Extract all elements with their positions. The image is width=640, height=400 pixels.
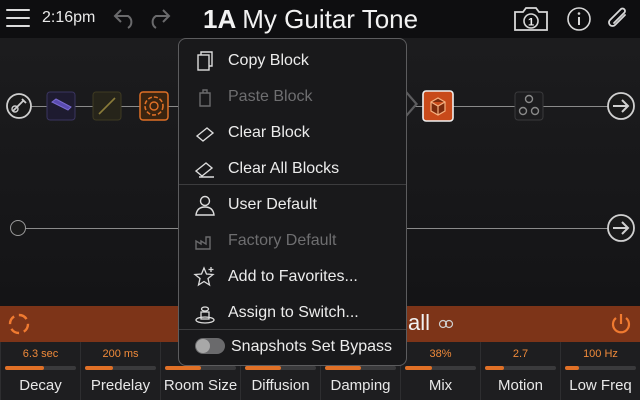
redo-icon[interactable] bbox=[146, 7, 172, 29]
snapshots-bypass-label: Snapshots Set Bypass bbox=[231, 338, 392, 355]
link-icon bbox=[439, 320, 454, 329]
output-icon[interactable] bbox=[606, 91, 636, 121]
param-label: Predelay bbox=[90, 377, 151, 394]
block-model-text: all bbox=[408, 310, 431, 335]
star-plus-icon bbox=[193, 266, 215, 287]
param-mix[interactable]: 38% Mix bbox=[400, 342, 480, 400]
param-value: 6.3 sec bbox=[22, 348, 59, 360]
param-label: Low Freq bbox=[569, 377, 632, 394]
factory-icon bbox=[195, 236, 211, 250]
input-icon[interactable] bbox=[4, 91, 34, 121]
clear-block-item[interactable]: Clear Block bbox=[179, 115, 406, 151]
clear-all-blocks-item[interactable]: Clear All Blocks bbox=[179, 151, 406, 187]
menu-icon[interactable] bbox=[6, 9, 30, 27]
factory-default-label: Factory Default bbox=[228, 232, 337, 249]
menu-divider-1 bbox=[179, 184, 406, 185]
block-context-menu: Copy Block Paste Block Clear Block Clear… bbox=[178, 38, 407, 366]
preset-number: 1A bbox=[203, 4, 237, 34]
clear-all-blocks-label: Clear All Blocks bbox=[228, 160, 340, 177]
info-icon[interactable] bbox=[566, 6, 592, 32]
user-icon bbox=[195, 195, 215, 216]
param-label: Diffusion bbox=[251, 377, 310, 394]
param-value: 100 Hz bbox=[583, 348, 618, 360]
param-slider[interactable] bbox=[325, 366, 396, 370]
param-slider[interactable] bbox=[85, 366, 156, 370]
param-value: 2.7 bbox=[512, 348, 529, 360]
wah-icon[interactable] bbox=[46, 91, 76, 121]
top-bar: 2:16pm 1A My Guitar Tone 1 bbox=[0, 0, 640, 38]
split-icon[interactable] bbox=[514, 91, 544, 121]
param-label: Motion bbox=[497, 377, 544, 394]
snapshot-number: 1 bbox=[528, 17, 534, 29]
path-2-input-icon[interactable] bbox=[10, 220, 26, 236]
eraser-all-icon bbox=[194, 162, 214, 178]
param-slider[interactable] bbox=[485, 366, 556, 370]
preset-name: My Guitar Tone bbox=[242, 4, 419, 34]
param-slider-fill bbox=[5, 366, 45, 370]
user-default-label: User Default bbox=[228, 196, 317, 213]
paperclip-icon[interactable] bbox=[606, 6, 630, 32]
paste-block-item: Paste Block bbox=[179, 79, 406, 115]
path-2-output-icon[interactable] bbox=[606, 213, 636, 243]
assign-to-switch-label: Assign to Switch... bbox=[228, 304, 359, 321]
bypass-power-icon[interactable] bbox=[608, 311, 634, 337]
add-to-favorites-label: Add to Favorites... bbox=[228, 268, 358, 285]
param-slider[interactable] bbox=[245, 366, 316, 370]
copy-block-item[interactable]: Copy Block bbox=[179, 43, 406, 79]
amp-cab-icon[interactable] bbox=[422, 90, 454, 122]
factory-default-item: Factory Default bbox=[179, 223, 406, 259]
param-predelay[interactable]: 200 ms Predelay bbox=[80, 342, 160, 400]
copy-block-label: Copy Block bbox=[228, 52, 309, 69]
param-slider-fill bbox=[405, 366, 432, 370]
param-slider[interactable] bbox=[165, 366, 236, 370]
block-model-name[interactable]: all bbox=[408, 310, 454, 336]
param-value: 38% bbox=[429, 348, 452, 360]
param-slider-fill bbox=[85, 366, 114, 370]
eraser-icon bbox=[195, 127, 215, 142]
paste-icon bbox=[199, 89, 211, 107]
param-label: Damping bbox=[330, 377, 391, 394]
param-label: Room Size bbox=[163, 377, 238, 394]
clock: 2:16pm bbox=[42, 9, 96, 26]
param-slider-fill bbox=[485, 366, 505, 370]
param-label: Mix bbox=[428, 377, 453, 394]
reverb-icon[interactable] bbox=[139, 91, 169, 121]
clear-block-label: Clear Block bbox=[228, 124, 310, 141]
param-label: Decay bbox=[19, 377, 62, 394]
param-motion[interactable]: 2.7 Motion bbox=[480, 342, 560, 400]
param-low-freq[interactable]: 100 Hz Low Freq bbox=[560, 342, 640, 400]
param-slider-fill bbox=[245, 366, 281, 370]
snapshot-icon[interactable]: 1 bbox=[513, 6, 549, 32]
param-slider-fill bbox=[325, 366, 361, 370]
preset-title[interactable]: 1A My Guitar Tone bbox=[203, 4, 418, 35]
copy-icon bbox=[197, 51, 213, 71]
undo-icon[interactable] bbox=[112, 7, 138, 29]
footswitch-icon bbox=[195, 306, 215, 324]
paste-block-label: Paste Block bbox=[228, 88, 313, 105]
param-slider[interactable] bbox=[5, 366, 76, 370]
param-slider[interactable] bbox=[405, 366, 476, 370]
param-slider-fill bbox=[565, 366, 580, 370]
param-slider-fill bbox=[165, 366, 201, 370]
param-value: 200 ms bbox=[102, 348, 139, 360]
param-decay[interactable]: 6.3 sec Decay bbox=[0, 342, 80, 400]
drive-icon[interactable] bbox=[92, 91, 122, 121]
add-to-favorites-item[interactable]: Add to Favorites... bbox=[179, 259, 406, 295]
toggle-knob bbox=[196, 339, 210, 353]
user-default-item[interactable]: User Default bbox=[179, 187, 406, 223]
param-slider[interactable] bbox=[565, 366, 636, 370]
model-select-icon[interactable] bbox=[6, 311, 32, 337]
assign-to-switch-item[interactable]: Assign to Switch... bbox=[179, 295, 406, 331]
snapshots-set-bypass-item[interactable]: Snapshots Set Bypass bbox=[179, 330, 406, 365]
snapshots-bypass-toggle[interactable] bbox=[195, 338, 225, 354]
